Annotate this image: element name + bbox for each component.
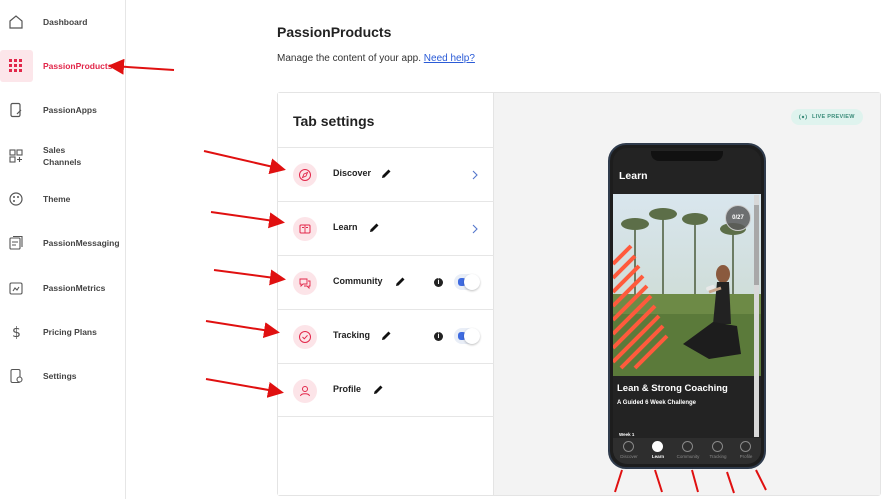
grid-icon bbox=[8, 58, 24, 74]
phone-tab-label: Tracking bbox=[709, 454, 727, 459]
sidebar-item-dashboard[interactable]: Dashboard bbox=[0, 4, 126, 40]
tab-row-discover[interactable]: Discover bbox=[278, 147, 494, 201]
tab-row-tracking[interactable]: Tracking i bbox=[278, 309, 494, 363]
course-title: Lean & Strong Coaching bbox=[617, 383, 728, 394]
pencil-icon[interactable] bbox=[368, 221, 380, 233]
course-subtitle: A Guided 6 Week Challenge bbox=[617, 400, 697, 406]
compass-icon bbox=[293, 163, 317, 187]
metrics-icon bbox=[8, 280, 24, 296]
sidebar-item-theme[interactable]: Theme bbox=[0, 181, 126, 217]
page-subtitle-text: Manage the content of your app. bbox=[277, 53, 421, 64]
sidebar-item-label: Sales Channels bbox=[43, 145, 82, 167]
sidebar-item-label: Theme bbox=[43, 194, 71, 204]
tab-settings-panel: Tab settings Discover Learn Community i … bbox=[277, 92, 881, 496]
live-preview-badge: LIVE PREVIEW bbox=[791, 109, 863, 125]
phone-mockup: Learn 0/27 Lean & Strong Coaching A Guid… bbox=[608, 143, 766, 469]
sidebar-item-pricing-plans[interactable]: $ Pricing Plans bbox=[0, 314, 126, 350]
sidebar-item-label: Settings bbox=[43, 371, 77, 381]
tab-label: Profile bbox=[333, 384, 362, 394]
chat-icon bbox=[293, 271, 317, 295]
palette-icon bbox=[8, 191, 24, 207]
screen-title: Learn bbox=[619, 170, 648, 182]
phone-tab-label: Community bbox=[676, 454, 700, 459]
live-preview-area: LIVE PREVIEW Learn 0/27 Lean & Strong Co… bbox=[494, 93, 880, 495]
pencil-icon[interactable] bbox=[372, 383, 384, 395]
check-circle-icon bbox=[712, 441, 723, 452]
community-toggle[interactable] bbox=[454, 274, 480, 290]
toggle-knob bbox=[464, 274, 480, 290]
sidebar: Dashboard PassionProducts PassionApps Sa… bbox=[0, 0, 126, 499]
chevron-right-icon[interactable] bbox=[470, 168, 480, 180]
tab-label: Tracking bbox=[333, 330, 371, 340]
phone-notch bbox=[651, 151, 723, 161]
phone-tab-tracking[interactable]: Tracking bbox=[703, 441, 733, 463]
phone-tab-discover[interactable]: Discover bbox=[614, 441, 644, 463]
dollar-icon: $ bbox=[8, 324, 24, 340]
home-icon bbox=[8, 14, 24, 30]
phone-tab-label: Learn bbox=[651, 454, 665, 459]
tab-label: Discover bbox=[333, 168, 372, 178]
sidebar-item-label: PassionProducts bbox=[43, 61, 113, 71]
page-subtitle: Manage the content of your app. Need hel… bbox=[277, 53, 475, 64]
tab-label: Community bbox=[333, 276, 383, 286]
user-icon bbox=[293, 379, 317, 403]
pencil-icon[interactable] bbox=[394, 275, 406, 287]
check-circle-icon bbox=[293, 325, 317, 349]
pencil-icon[interactable] bbox=[380, 167, 392, 179]
compass-icon bbox=[623, 441, 634, 452]
progress-badge: 0/27 bbox=[725, 205, 751, 231]
sidebar-item-passionproducts[interactable]: PassionProducts bbox=[0, 48, 126, 84]
book-icon bbox=[652, 441, 663, 452]
sidebar-item-label: Pricing Plans bbox=[43, 327, 97, 337]
tab-row-learn[interactable]: Learn bbox=[278, 201, 494, 255]
phone-tab-label: Discover bbox=[620, 454, 638, 459]
sidebar-item-label: PassionMessaging bbox=[43, 238, 120, 248]
sidebar-item-passionmessaging[interactable]: PassionMessaging bbox=[0, 225, 126, 261]
app-edit-icon bbox=[8, 102, 24, 118]
book-icon bbox=[293, 217, 317, 241]
settings-icon bbox=[8, 368, 24, 384]
user-icon bbox=[740, 441, 751, 452]
main-content: PassionProducts Manage the content of yo… bbox=[126, 0, 884, 499]
tab-row-profile[interactable]: Profile bbox=[278, 363, 494, 417]
page-title: PassionProducts bbox=[277, 24, 392, 40]
scrollbar-thumb[interactable] bbox=[754, 205, 759, 285]
sidebar-item-settings[interactable]: Settings bbox=[0, 358, 126, 394]
chat-icon bbox=[682, 441, 693, 452]
info-icon[interactable]: i bbox=[434, 332, 443, 341]
week-label: Week 1 bbox=[619, 432, 635, 437]
tracking-toggle[interactable] bbox=[454, 328, 480, 344]
tab-settings-title: Tab settings bbox=[293, 113, 375, 129]
tab-label: Learn bbox=[333, 222, 358, 232]
scrollbar[interactable] bbox=[754, 195, 759, 437]
channels-icon bbox=[8, 148, 24, 164]
phone-tab-community[interactable]: Community bbox=[673, 441, 703, 463]
sidebar-item-label: PassionMetrics bbox=[43, 283, 106, 293]
tab-settings-list: Tab settings Discover Learn Community i … bbox=[278, 93, 494, 495]
messaging-icon bbox=[8, 235, 24, 251]
info-icon[interactable]: i bbox=[434, 278, 443, 287]
phone-tab-bar: Discover Learn Community Tracking Profil… bbox=[613, 438, 761, 464]
pencil-icon[interactable] bbox=[380, 329, 392, 341]
tab-row-community[interactable]: Community i bbox=[278, 255, 494, 309]
phone-tab-profile[interactable]: Profile bbox=[731, 441, 761, 463]
sidebar-item-passionapps[interactable]: PassionApps bbox=[0, 92, 126, 128]
sidebar-item-passionmetrics[interactable]: PassionMetrics bbox=[0, 270, 126, 306]
sidebar-item-label: PassionApps bbox=[43, 105, 97, 115]
phone-screen: Learn 0/27 Lean & Strong Coaching A Guid… bbox=[613, 148, 761, 464]
toggle-knob bbox=[464, 328, 480, 344]
phone-tab-label: Profile bbox=[739, 454, 753, 459]
help-link[interactable]: Need help? bbox=[424, 53, 475, 64]
chevron-right-icon[interactable] bbox=[470, 222, 480, 234]
phone-tab-learn[interactable]: Learn bbox=[643, 441, 673, 463]
svg-text:$: $ bbox=[12, 325, 21, 340]
live-preview-label: LIVE PREVIEW bbox=[812, 114, 855, 120]
broadcast-icon bbox=[798, 108, 808, 126]
sidebar-item-sales-channels[interactable]: Sales Channels bbox=[0, 137, 126, 175]
sidebar-item-label: Dashboard bbox=[43, 17, 88, 27]
